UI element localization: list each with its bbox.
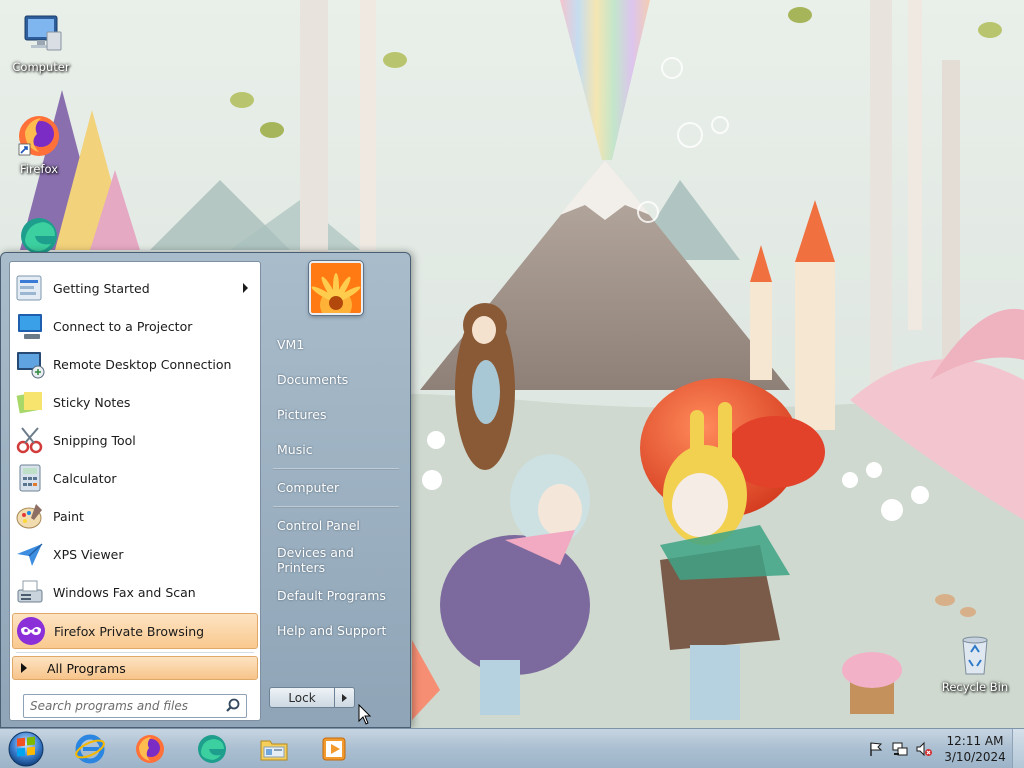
user-picture[interactable] (309, 261, 363, 315)
program-label: Connect to a Projector (53, 318, 193, 334)
program-label: Calculator (53, 470, 117, 486)
system-tray: 12:11 AM 3/10/2024 (862, 729, 1024, 768)
program-fax-scan[interactable]: Windows Fax and Scan (12, 574, 258, 610)
firefox-icon (15, 112, 63, 160)
right-item-label: Computer (277, 479, 340, 495)
program-sticky-notes[interactable]: Sticky Notes (12, 384, 258, 420)
clock-date: 3/10/2024 (944, 750, 1006, 764)
program-label: Remote Desktop Connection (53, 356, 232, 372)
start-right-music[interactable]: Music (269, 435, 403, 463)
all-programs-button[interactable]: All Programs (12, 656, 258, 680)
taskbar-media-player[interactable] (306, 731, 362, 767)
taskbar-internet-explorer[interactable] (62, 731, 118, 767)
fax-scan-icon (14, 576, 46, 608)
desktop-icon-computer[interactable]: Computer (2, 10, 80, 74)
media-player-icon (322, 737, 346, 761)
right-item-label: Documents (277, 371, 349, 387)
program-label: Firefox Private Browsing (54, 623, 205, 639)
program-calculator[interactable]: Calculator (12, 460, 258, 496)
submenu-arrow-icon (243, 283, 248, 293)
right-item-label: Pictures (277, 406, 327, 422)
program-firefox-private[interactable]: Firefox Private Browsing (12, 613, 258, 649)
edge-icon (198, 735, 226, 763)
calculator-icon (14, 462, 46, 494)
separator (273, 468, 399, 470)
start-right-computer[interactable]: Computer (269, 473, 403, 501)
volume-muted-icon[interactable] (916, 741, 932, 757)
recycle-bin-icon (951, 630, 999, 678)
sticky-notes-icon (14, 386, 46, 418)
firefox-icon (136, 735, 164, 763)
taskbar-file-explorer[interactable] (246, 731, 302, 767)
right-item-label: VM1 (277, 336, 305, 352)
taskbar-firefox[interactable] (122, 731, 178, 767)
file-explorer-icon (260, 740, 288, 761)
start-menu-programs-pane: Getting Started Connect to a Projector R… (9, 261, 261, 721)
right-item-label: Devices and Printers (277, 545, 354, 575)
desktop: Computer Firefox Recycle Bin Getting Sta… (0, 0, 1024, 768)
projector-icon (14, 310, 46, 342)
start-right-documents[interactable]: Documents (269, 365, 403, 393)
program-label: Paint (53, 508, 84, 524)
shutdown-options-button[interactable] (335, 687, 355, 708)
clock-time: 12:11 AM (946, 734, 1004, 748)
taskbar-edge[interactable] (184, 731, 240, 767)
separator (273, 506, 399, 508)
program-remote-desktop[interactable]: Remote Desktop Connection (12, 346, 258, 382)
program-label: XPS Viewer (53, 546, 124, 562)
mouse-cursor-icon (358, 704, 372, 725)
search-input[interactable] (28, 695, 224, 717)
start-right-help-support[interactable]: Help and Support (269, 616, 403, 644)
paint-icon (14, 500, 46, 532)
getting-started-icon (14, 272, 46, 304)
desktop-icon-firefox[interactable]: Firefox (0, 112, 78, 176)
remote-desktop-icon (14, 348, 46, 380)
desktop-icon-label: Recycle Bin (941, 680, 1009, 694)
program-label: Sticky Notes (53, 394, 131, 410)
start-right-devices-printers[interactable]: Devices and Printers (269, 545, 403, 575)
xps-viewer-icon (14, 538, 46, 570)
start-right-default-programs[interactable]: Default Programs (269, 581, 403, 609)
expand-arrow-icon (21, 663, 27, 673)
right-item-label: Default Programs (277, 587, 386, 603)
program-xps-viewer[interactable]: XPS Viewer (12, 536, 258, 572)
program-paint[interactable]: Paint (12, 498, 258, 534)
start-right-control-panel[interactable]: Control Panel (269, 511, 403, 539)
lock-label: Lock (288, 690, 316, 705)
taskbar: 12:11 AM 3/10/2024 (0, 728, 1024, 768)
all-programs-label: All Programs (47, 660, 126, 676)
lock-button[interactable]: Lock (269, 687, 335, 708)
right-item-label: Help and Support (277, 622, 387, 638)
program-label: Getting Started (53, 280, 150, 296)
start-menu: Getting Started Connect to a Projector R… (0, 252, 411, 728)
start-right-pictures[interactable]: Pictures (269, 400, 403, 428)
clock[interactable]: 12:11 AM 3/10/2024 (940, 733, 1010, 765)
program-getting-started[interactable]: Getting Started (12, 270, 258, 306)
program-label: Windows Fax and Scan (53, 584, 196, 600)
start-button[interactable] (3, 729, 49, 768)
desktop-icon-label: Firefox (19, 162, 59, 176)
firefox-private-icon (15, 615, 47, 647)
chevron-right-icon (342, 693, 347, 702)
show-desktop-button[interactable] (1012, 729, 1024, 768)
program-label: Snipping Tool (53, 432, 136, 448)
right-item-label: Control Panel (277, 517, 360, 533)
separator (16, 652, 254, 653)
snipping-tool-icon (14, 424, 46, 456)
program-snipping-tool[interactable]: Snipping Tool (12, 422, 258, 458)
desktop-icon-recycle-bin[interactable]: Recycle Bin (936, 630, 1014, 694)
network-icon[interactable] (892, 741, 908, 757)
search-icon[interactable] (224, 697, 242, 715)
action-center-flag-icon[interactable] (868, 741, 884, 757)
internet-explorer-icon (75, 734, 105, 764)
start-right-user[interactable]: VM1 (269, 330, 403, 358)
program-connect-to-projector[interactable]: Connect to a Projector (12, 308, 258, 344)
right-item-label: Music (277, 441, 313, 457)
desktop-icon-label: Computer (12, 60, 70, 74)
computer-icon (17, 10, 65, 58)
search-box[interactable] (23, 694, 247, 718)
